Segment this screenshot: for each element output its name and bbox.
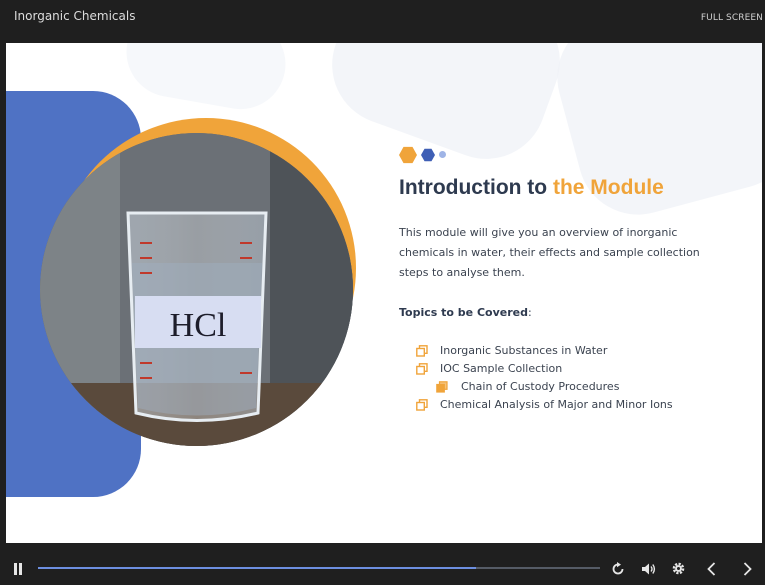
topic-label: Inorganic Substances in Water <box>440 344 608 357</box>
slide-heading: Introduction to the Module <box>399 176 664 200</box>
volume-icon[interactable] <box>641 562 656 576</box>
background-shape <box>119 43 293 117</box>
topic-label: Chemical Analysis of Major and Minor Ion… <box>440 398 673 411</box>
dot-icon <box>439 151 446 158</box>
background-shape <box>543 43 762 229</box>
copy-filled-icon <box>436 381 448 393</box>
hcl-beaker-photo: HCl <box>40 133 353 446</box>
fullscreen-button[interactable]: FULL SCREEN <box>701 13 763 23</box>
progress-bar[interactable] <box>38 567 600 569</box>
hexagon-blue-icon <box>421 148 435 162</box>
topics-label-text: Topics to be Covered <box>399 306 528 319</box>
heading-accent: the Module <box>552 176 664 199</box>
top-bar: Inorganic Chemicals FULL SCREEN <box>0 0 765 43</box>
player-controls <box>0 543 765 585</box>
topics-label: Topics to be Covered: <box>399 306 532 319</box>
intro-paragraph: This module will give you an overview of… <box>399 226 700 279</box>
topic-label: Chain of Custody Procedures <box>461 380 620 393</box>
hexagon-orange-icon <box>399 146 417 164</box>
hcl-label: HCl <box>170 307 227 344</box>
next-icon[interactable] <box>743 562 752 576</box>
copy-icon <box>416 363 428 375</box>
slide: HCl Introduction to the Module This modu… <box>6 43 762 543</box>
copy-icon <box>416 345 428 357</box>
copy-icon <box>416 399 428 411</box>
course-title: Inorganic Chemicals <box>14 9 136 23</box>
pause-icon[interactable] <box>13 563 23 575</box>
replay-icon[interactable] <box>611 562 625 576</box>
heading-prefix: Introduction to <box>399 176 553 199</box>
settings-icon[interactable] <box>671 561 686 576</box>
previous-icon[interactable] <box>707 562 716 576</box>
progress-fill <box>38 567 477 569</box>
background-shape <box>315 43 577 176</box>
topic-label: IOC Sample Collection <box>440 362 563 375</box>
topics-label-suffix: : <box>527 306 532 319</box>
beaker-illustration: HCl <box>40 133 353 446</box>
